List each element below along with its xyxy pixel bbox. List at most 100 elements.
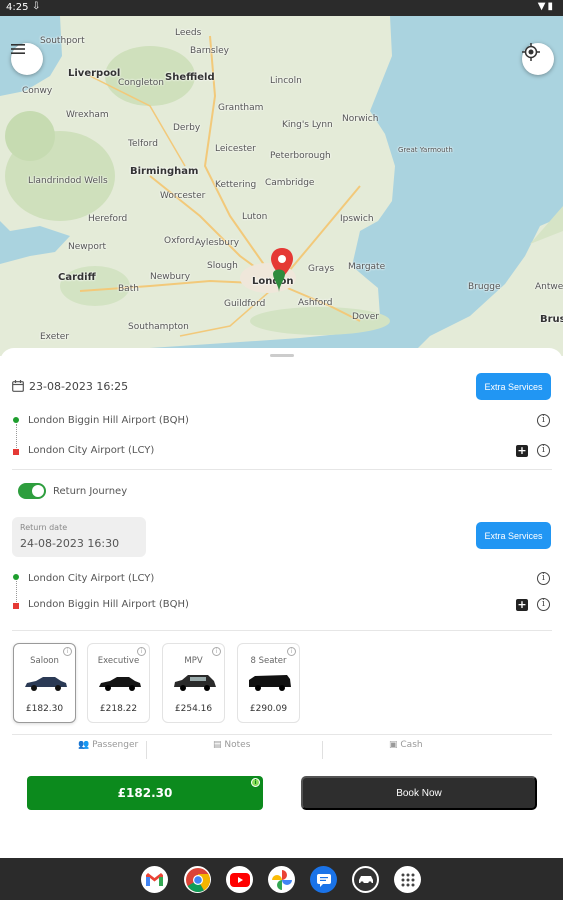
- map-pins[interactable]: [268, 248, 296, 292]
- map-label: Exeter: [40, 332, 70, 342]
- return-dropoff-marker-icon: [13, 603, 19, 609]
- map-label: Liverpool: [68, 68, 121, 79]
- divider: [12, 630, 552, 631]
- return-date-field[interactable]: Return date 24-08-2023 16:30: [12, 517, 146, 557]
- map-label: Grays: [308, 264, 335, 274]
- info-icon[interactable]: i: [537, 598, 550, 611]
- map-view[interactable]: Southport Leeds Barnsley Liverpool Sheff…: [0, 16, 563, 356]
- car-app-icon[interactable]: [352, 866, 379, 893]
- map-label: Conwy: [22, 86, 53, 96]
- map-label: Brus: [540, 314, 563, 325]
- route-connector: [16, 581, 17, 602]
- info-icon[interactable]: i: [63, 647, 72, 656]
- booking-sheet: 23-08-2023 16:25 Extra Services London B…: [0, 348, 563, 858]
- 8-seater-van-icon: [249, 675, 291, 691]
- map-label: Lincoln: [270, 76, 302, 86]
- vehicle-name: Saloon: [30, 656, 59, 666]
- map-label: Newbury: [150, 272, 191, 282]
- pickup-location[interactable]: London Biggin Hill Airport (BQH): [28, 415, 189, 426]
- return-extra-services-button[interactable]: Extra Services: [476, 522, 551, 549]
- map-label: Great Yarmouth: [398, 146, 453, 154]
- return-journey-toggle[interactable]: [18, 483, 46, 499]
- map-label: Bath: [118, 284, 139, 294]
- map-label: Ashford: [298, 298, 333, 308]
- gmail-icon[interactable]: [141, 866, 168, 893]
- map-label: Worcester: [160, 191, 206, 201]
- map-label: Birmingham: [130, 166, 199, 177]
- youtube-icon[interactable]: [226, 866, 253, 893]
- map-label: Brugge: [468, 282, 501, 292]
- info-icon[interactable]: i: [287, 647, 296, 656]
- passenger-tab-label: Passenger: [92, 740, 139, 750]
- return-date-label: Return date: [20, 523, 68, 532]
- saloon-car-icon: [25, 677, 67, 691]
- notes-tab[interactable]: ▤ Notes: [213, 740, 250, 750]
- map-label: Leicester: [215, 144, 256, 154]
- sheet-drag-handle[interactable]: [270, 354, 294, 357]
- map-label: Cardiff: [58, 272, 96, 283]
- map-label: King's Lynn: [282, 120, 333, 130]
- map-label: Margate: [348, 262, 386, 272]
- status-time: 4:25: [6, 2, 29, 13]
- status-bar: 4:25 ⇩ ▼▮: [0, 0, 563, 16]
- extra-services-button[interactable]: Extra Services: [476, 373, 551, 400]
- pickup-datetime[interactable]: 23-08-2023 16:25: [29, 380, 128, 393]
- map-label: Grantham: [218, 103, 264, 113]
- info-icon[interactable]: i: [212, 647, 221, 656]
- map-label: Ipswich: [340, 214, 374, 224]
- map-label: Derby: [173, 123, 201, 133]
- vehicle-card-mpv[interactable]: i MPV £254.16: [162, 643, 225, 723]
- info-icon[interactable]: i: [537, 444, 550, 457]
- info-icon[interactable]: i: [537, 414, 550, 427]
- total-price-button[interactable]: £182.30 i: [27, 776, 263, 810]
- tab-separator: [322, 741, 323, 759]
- my-location-button[interactable]: [522, 43, 554, 75]
- map-label: Telford: [128, 139, 158, 149]
- total-price: £182.30: [117, 786, 173, 800]
- map-label: Barnsley: [190, 46, 229, 56]
- mpv-car-icon: [174, 675, 216, 691]
- return-pickup-marker-icon: [13, 574, 19, 580]
- map-label: Southampton: [128, 322, 189, 332]
- executive-car-icon: [99, 677, 141, 691]
- return-date-value: 24-08-2023 16:30: [20, 537, 120, 550]
- map-label: Southport: [40, 36, 85, 46]
- vehicle-price: £254.16: [174, 704, 213, 714]
- messages-icon[interactable]: [310, 866, 337, 893]
- price-info-icon[interactable]: i: [251, 778, 260, 787]
- calendar-icon: [12, 380, 24, 392]
- menu-button[interactable]: [11, 43, 43, 75]
- return-pickup-location[interactable]: London City Airport (LCY): [28, 573, 154, 584]
- photos-icon[interactable]: [268, 866, 295, 893]
- map-label: Slough: [207, 261, 238, 271]
- my-location-icon: [522, 43, 540, 61]
- book-now-button[interactable]: Book Now: [301, 776, 537, 810]
- return-journey-label: Return Journey: [53, 486, 128, 497]
- map-label: Congleton: [118, 78, 164, 88]
- map-label: Newport: [68, 242, 107, 252]
- dropoff-location[interactable]: London City Airport (LCY): [28, 445, 154, 456]
- cash-icon: ▣: [389, 740, 398, 750]
- return-dropoff-location[interactable]: London Biggin Hill Airport (BQH): [28, 599, 189, 610]
- vehicle-card-saloon[interactable]: i Saloon £182.30: [13, 643, 76, 723]
- info-icon[interactable]: i: [537, 572, 550, 585]
- vehicle-card-executive[interactable]: i Executive £218.22: [87, 643, 150, 723]
- vehicle-price: £218.22: [99, 704, 138, 714]
- map-label: Luton: [242, 212, 268, 222]
- vehicle-price: £290.09: [249, 704, 288, 714]
- map-label: Aylesbury: [195, 238, 240, 248]
- app-drawer-icon[interactable]: [394, 866, 421, 893]
- add-stop-icon[interactable]: +: [516, 599, 528, 611]
- map-label: Dover: [352, 312, 379, 322]
- map-label: Antwerp: [535, 282, 563, 292]
- menu-icon: [11, 44, 25, 54]
- divider: [12, 734, 552, 735]
- add-stop-icon[interactable]: +: [516, 445, 528, 457]
- info-icon[interactable]: i: [137, 647, 146, 656]
- chrome-icon[interactable]: [184, 866, 211, 893]
- passenger-tab[interactable]: 👥 Passenger: [78, 740, 138, 750]
- map-label: Sheffield: [165, 72, 215, 83]
- cash-tab[interactable]: ▣ Cash: [389, 740, 423, 750]
- vehicle-card-8-seater[interactable]: i 8 Seater £290.09: [237, 643, 300, 723]
- notes-icon: ▤: [213, 740, 222, 750]
